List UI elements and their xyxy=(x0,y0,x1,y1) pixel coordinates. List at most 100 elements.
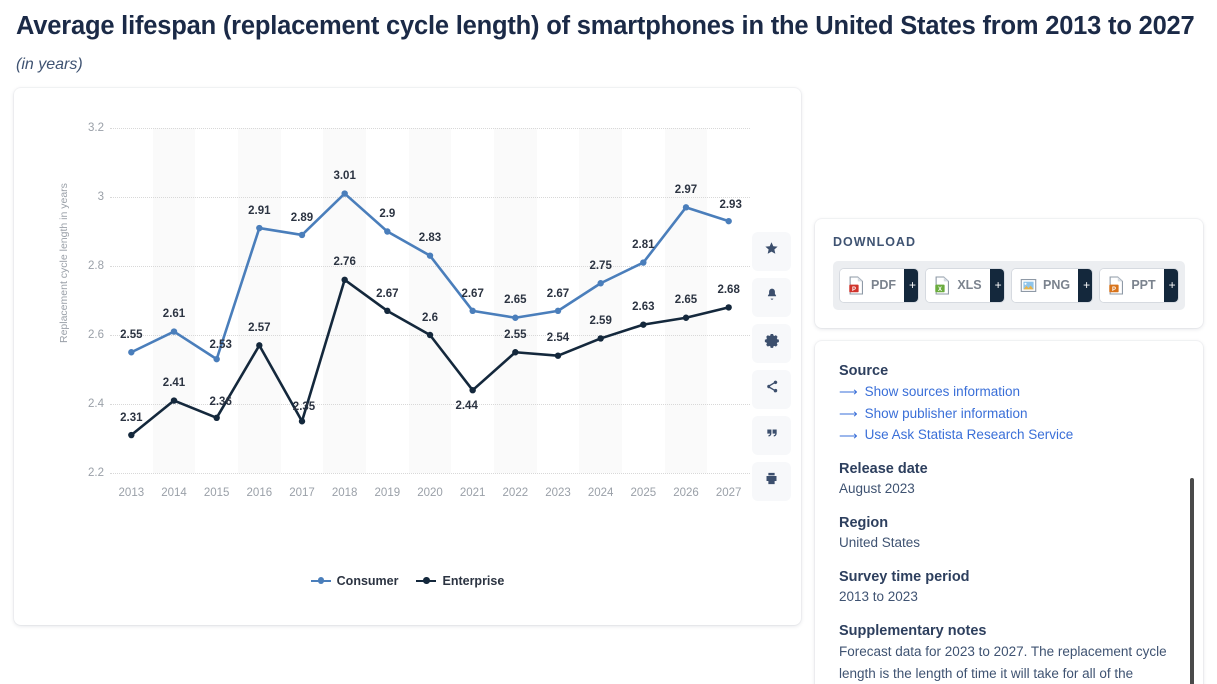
data-point[interactable] xyxy=(640,321,647,328)
survey-time-period-block: Survey time period 2013 to 2023 xyxy=(839,569,1179,608)
notify-button[interactable] xyxy=(752,277,791,317)
data-point[interactable] xyxy=(597,279,604,287)
download-label: PDF xyxy=(871,278,896,293)
data-label: 2.59 xyxy=(589,315,612,328)
data-point[interactable] xyxy=(170,397,178,404)
ask-statista-research-service-link[interactable]: ⟶ Use Ask Statista Research Service xyxy=(839,424,1179,446)
data-point[interactable] xyxy=(426,331,434,338)
data-label: 2.81 xyxy=(632,239,655,252)
series-lines xyxy=(128,190,732,438)
data-point[interactable] xyxy=(341,276,348,283)
y-axis-tick: 2.8 xyxy=(88,259,104,272)
download-options-toggle[interactable]: + xyxy=(1163,268,1178,302)
survey-heading: Survey time period xyxy=(839,569,970,586)
data-point[interactable] xyxy=(469,307,476,314)
notes-heading: Supplementary notes xyxy=(839,623,987,639)
data-point[interactable] xyxy=(682,314,690,321)
data-label: 2.67 xyxy=(376,287,399,300)
svg-text:X: X xyxy=(938,287,942,293)
data-point[interactable] xyxy=(213,355,220,363)
data-point[interactable] xyxy=(512,348,519,356)
data-point[interactable] xyxy=(725,303,732,311)
data-label: 2.57 xyxy=(248,322,271,334)
data-label: 2.91 xyxy=(248,204,271,217)
data-label: 2.41 xyxy=(162,377,186,390)
download-pdf-button[interactable]: P PDF + xyxy=(840,268,919,302)
show-publisher-information-link[interactable]: ⟶ Show publisher information xyxy=(839,403,1179,425)
data-label: 2.55 xyxy=(504,328,527,341)
notes-value: Forecast data for 2023 to 2027. The repl… xyxy=(839,644,1167,682)
data-point[interactable] xyxy=(640,259,647,266)
data-label: 2.55 xyxy=(120,328,143,341)
data-point[interactable] xyxy=(128,431,135,438)
source-heading: Source xyxy=(839,362,889,379)
download-main[interactable]: X XLS xyxy=(926,268,990,302)
data-point[interactable] xyxy=(384,227,391,235)
data-point[interactable] xyxy=(128,348,135,356)
download-options-toggle[interactable]: + xyxy=(989,268,1004,302)
svg-text:P: P xyxy=(1112,287,1116,293)
page-subtitle: (in years) xyxy=(16,55,83,73)
share-button[interactable] xyxy=(752,369,791,409)
data-label: 2.89 xyxy=(290,211,314,224)
download-main[interactable]: PNG xyxy=(1011,268,1079,302)
plot-region: 2.2 2.4 2.6 2.8 3 3.2 2013 2014 2015 2016 2017 201… xyxy=(88,122,750,598)
data-point[interactable] xyxy=(597,334,604,342)
data-label: 2.76 xyxy=(333,256,356,269)
legend-item[interactable]: Enterprise xyxy=(416,574,504,588)
data-point[interactable] xyxy=(512,314,519,321)
settings-button[interactable] xyxy=(752,323,791,363)
download-main[interactable]: P PDF xyxy=(840,268,904,302)
data-label: 2.6 xyxy=(422,311,438,324)
source-block: Source ⟶ Show sources information ⟶ Show… xyxy=(839,363,1179,447)
legend-item[interactable]: Consumer xyxy=(310,574,398,588)
data-label: 2.83 xyxy=(418,232,442,245)
data-point[interactable] xyxy=(469,386,476,394)
data-label: 2.53 xyxy=(209,338,232,351)
favorite-button[interactable] xyxy=(752,231,791,271)
data-point[interactable] xyxy=(426,252,434,259)
sidebar: DOWNLOAD P PDF + X XLS + PNG + P PPT + Source ⟶ Sh… xyxy=(815,218,1203,684)
download-ppt-button[interactable]: P PPT + xyxy=(1100,268,1178,302)
sidebar-scrollbar-thumb[interactable] xyxy=(1190,477,1194,684)
print-button[interactable] xyxy=(752,461,791,501)
data-point[interactable] xyxy=(384,307,391,314)
data-point[interactable] xyxy=(256,341,263,349)
data-point[interactable] xyxy=(554,352,562,359)
data-point[interactable] xyxy=(298,231,306,238)
y-axis-tick: 2.2 xyxy=(88,466,104,479)
data-point[interactable] xyxy=(725,217,732,225)
download-png-button[interactable]: PNG + xyxy=(1011,268,1093,302)
show-sources-information-link[interactable]: ⟶ Show sources information xyxy=(839,381,1179,403)
data-point[interactable] xyxy=(341,190,348,197)
metadata-panel: Source ⟶ Show sources information ⟶ Show… xyxy=(815,340,1203,684)
cite-button[interactable] xyxy=(752,415,791,455)
data-label: 3.01 xyxy=(333,170,356,183)
data-label: 2.65 xyxy=(504,294,527,307)
data-label: 2.9 xyxy=(379,208,396,221)
download-buttons: P PDF + X XLS + PNG + P PPT + xyxy=(833,260,1185,310)
release-date-block: Release date August 2023 xyxy=(839,461,1179,500)
data-point[interactable] xyxy=(682,203,690,211)
download-main[interactable]: P PPT xyxy=(1100,268,1164,302)
legend-marker-icon xyxy=(310,576,331,585)
quote-icon xyxy=(765,426,779,445)
data-point[interactable] xyxy=(256,224,263,231)
data-point[interactable] xyxy=(170,328,178,335)
download-xls-button[interactable]: X XLS + xyxy=(926,268,1004,302)
page-title: Average lifespan (replacement cycle leng… xyxy=(16,12,1195,40)
data-point[interactable] xyxy=(554,307,562,314)
download-options-toggle[interactable]: + xyxy=(1078,268,1093,302)
data-point[interactable] xyxy=(213,414,220,421)
data-point[interactable] xyxy=(298,417,306,425)
data-label: 2.36 xyxy=(209,396,232,409)
chart-legend: Consumer Enterprise xyxy=(14,574,801,588)
download-label: PNG xyxy=(1042,278,1071,293)
data-label: 2.93 xyxy=(719,198,742,211)
pdf-file-icon: P xyxy=(849,276,864,295)
download-options-toggle[interactable]: + xyxy=(904,268,919,302)
supplementary-notes-block: Supplementary notes Forecast data for 20… xyxy=(839,623,1179,684)
data-label: 2.67 xyxy=(461,287,484,300)
link-label: Use Ask Statista Research Service xyxy=(864,427,1074,443)
legend-label: Enterprise xyxy=(442,573,505,588)
